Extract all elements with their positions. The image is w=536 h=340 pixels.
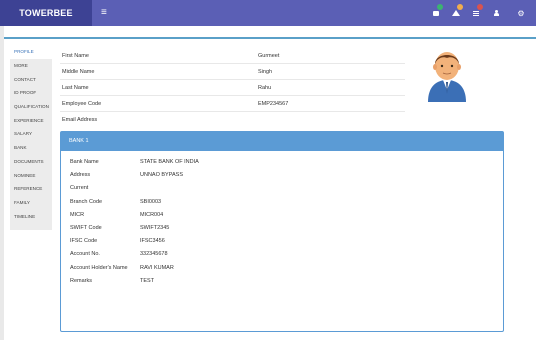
middle-name-label: Middle Name — [62, 69, 95, 75]
settings-icon[interactable]: ⚙ — [506, 0, 536, 26]
tab-salary[interactable]: SALARY — [10, 127, 52, 141]
mail-icon[interactable] — [426, 0, 446, 26]
tab-contact[interactable]: CONTACT — [10, 73, 52, 87]
bank-row-value: IFSC3456 — [140, 238, 165, 245]
employee-code-label: Employee Code — [62, 101, 102, 107]
bank-row-label: Bank Name — [70, 159, 99, 165]
tab-id-proof[interactable]: ID PROOF — [10, 86, 52, 100]
field-employee-code: Employee Code EMP234567 — [60, 96, 405, 112]
field-middle-name: Middle Name Singh — [60, 64, 405, 80]
middle-name-value: Singh — [258, 69, 273, 75]
bank-row-label: Account No. — [70, 251, 100, 258]
bank-row-label: Address — [70, 172, 91, 179]
bank-panel-title: BANK 1 — [61, 132, 503, 151]
tab-documents[interactable]: DOCUMENTS — [10, 155, 52, 169]
field-email: Email Address — [60, 112, 405, 128]
last-name-value: Rahu — [258, 85, 272, 91]
field-first-name: First Name Gurmeet — [60, 48, 405, 64]
employee-code-value: EMP234567 — [258, 101, 289, 107]
tab-experience[interactable]: EXPERIENCE — [10, 114, 52, 128]
bell-icon[interactable] — [446, 0, 466, 26]
bank-row-label: SWIFT Code — [70, 224, 102, 231]
bank-row-value: STATE BANK OF INDIA — [140, 159, 199, 165]
field-last-name: Last Name Rahu — [60, 80, 405, 96]
bank-row-label: IFSC Code — [70, 238, 98, 245]
tasks-icon[interactable] — [466, 0, 486, 26]
profile-sidebar: PROFILE MORE CONTACT ID PROOF QUALIFICAT… — [10, 45, 52, 230]
bell-badge — [457, 4, 463, 10]
tab-family[interactable]: FAMILY — [10, 196, 52, 210]
accent-divider — [4, 37, 536, 39]
tab-timeline[interactable]: TIMELINE — [10, 210, 52, 224]
user-icon[interactable] — [486, 0, 506, 26]
tab-qualification[interactable]: QUALIFICATION — [10, 100, 52, 114]
bank-row-value: 332345678 — [140, 251, 168, 258]
tab-reference[interactable]: REFERENCE — [10, 182, 52, 196]
avatar — [428, 52, 466, 102]
tab-profile[interactable]: PROFILE — [10, 45, 52, 59]
last-name-label: Last Name — [62, 85, 89, 91]
top-navbar: TOWERBEE ≡ ⚙ — [0, 0, 536, 26]
tab-bank[interactable]: BANK — [10, 141, 52, 155]
bank-panel: BANK 1 Bank Name STATE BANK OF INDIA Add… — [60, 131, 504, 332]
bank-row-label: Branch Code — [70, 198, 103, 205]
bank-row-value: RAVI KUMAR — [140, 264, 174, 271]
bank-row-value: MICR004 — [140, 211, 164, 218]
bank-row-label: Account Holder's Name — [70, 264, 128, 271]
bank-row-label: MICR — [70, 211, 85, 218]
mail-badge — [437, 4, 443, 10]
bank-row-value: TEST — [140, 277, 155, 284]
left-edge — [0, 26, 4, 340]
menu-toggle-icon[interactable]: ≡ — [101, 0, 107, 26]
first-name-label: First Name — [62, 53, 89, 59]
email-label: Email Address — [62, 117, 98, 123]
first-name-value: Gurmeet — [258, 53, 280, 59]
bank-row-value: SWIFT2345 — [140, 224, 170, 231]
tasks-badge — [477, 4, 483, 10]
bank-row-label: Current — [70, 185, 89, 192]
tab-more[interactable]: MORE — [10, 59, 52, 73]
brand-logo[interactable]: TOWERBEE — [0, 0, 92, 26]
bank-row-label: Remarks — [70, 277, 93, 284]
bank-row-value: UNNAO BYPASS — [140, 172, 183, 179]
bank-row-value: SBI0003 — [140, 198, 162, 205]
tab-nominee[interactable]: NOMINEE — [10, 169, 52, 183]
navbar-icons: ⚙ — [426, 0, 536, 26]
